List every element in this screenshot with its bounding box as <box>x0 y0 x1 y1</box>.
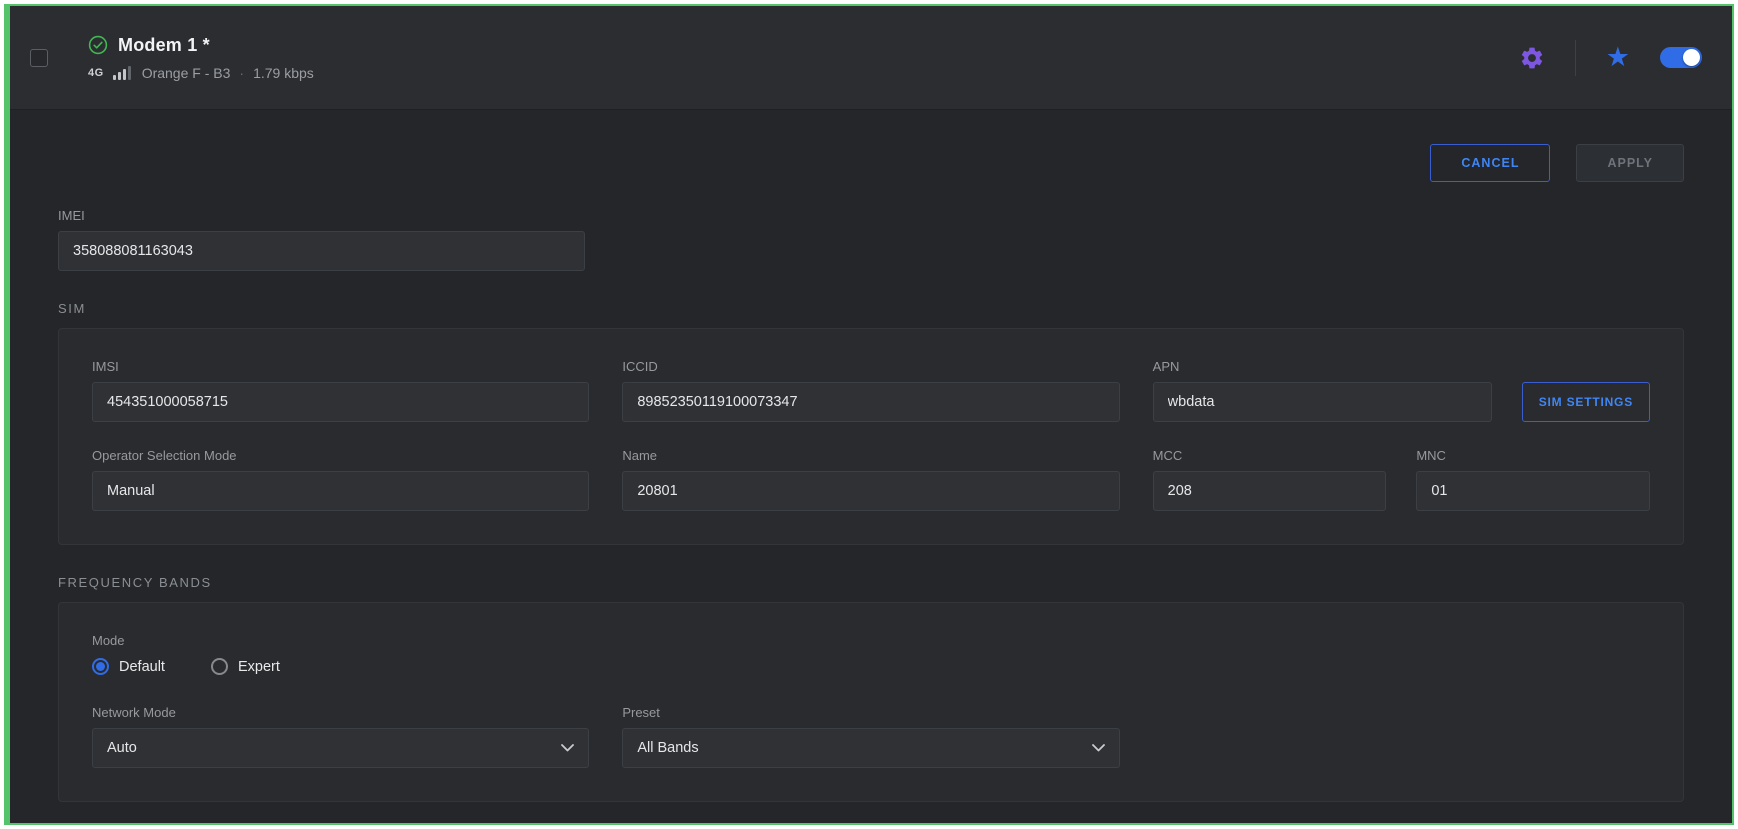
iccid-label: ICCID <box>622 359 1119 374</box>
network-mode-label: Network Mode <box>92 705 589 720</box>
favorite-button[interactable]: ★ <box>1602 40 1634 75</box>
radio-default[interactable]: Default <box>92 658 165 675</box>
apn-field: APN <box>1153 359 1492 422</box>
star-icon: ★ <box>1606 44 1630 71</box>
preset-label: Preset <box>622 705 1119 720</box>
chevron-down-icon <box>561 744 574 752</box>
frequency-bands-panel: Mode Default Expert Network Mode Auto <box>58 602 1684 802</box>
operator-selection-mode-label: Operator Selection Mode <box>92 448 589 463</box>
preset-value: All Bands <box>637 740 698 756</box>
sim-section-title: SIM <box>58 301 1684 316</box>
apn-input[interactable] <box>1153 382 1492 422</box>
radio-default-control <box>92 658 109 675</box>
name-field: Name <box>622 448 1119 511</box>
chevron-down-icon <box>1092 744 1105 752</box>
network-mode-select[interactable]: Auto <box>92 728 589 768</box>
signal-bars-icon <box>113 66 131 80</box>
radio-expert-label: Expert <box>238 659 280 675</box>
operator-selection-mode-input[interactable] <box>92 471 589 511</box>
form-actions: CANCEL APPLY <box>58 144 1684 182</box>
radio-expert-control <box>211 658 228 675</box>
throughput-label: 1.79 kbps <box>253 65 314 81</box>
apn-label: APN <box>1153 359 1492 374</box>
dot-separator: · <box>239 65 244 81</box>
page-title: Modem 1 * <box>118 35 210 56</box>
mnc-field: MNC <box>1416 448 1650 511</box>
radio-default-label: Default <box>119 659 165 675</box>
name-input[interactable] <box>622 471 1119 511</box>
sim-settings-button[interactable]: SIM SETTINGS <box>1522 382 1650 422</box>
name-label: Name <box>622 448 1119 463</box>
radio-expert[interactable]: Expert <box>211 658 280 675</box>
mode-label: Mode <box>92 633 1650 648</box>
select-checkbox[interactable] <box>30 49 48 67</box>
modem-header: Modem 1 * 4G Orange F - B3 · 1.79 kbps ★ <box>10 6 1732 110</box>
sim-panel: IMSI ICCID APN SIM SETTINGS Opera <box>58 328 1684 545</box>
mnc-label: MNC <box>1416 448 1650 463</box>
operator-selection-mode-field: Operator Selection Mode <box>92 448 589 511</box>
mcc-field: MCC <box>1153 448 1387 511</box>
mnc-input[interactable] <box>1416 471 1650 511</box>
modem-enable-toggle[interactable] <box>1660 47 1702 68</box>
settings-gear-button[interactable] <box>1515 41 1549 75</box>
frequency-bands-section-title: FREQUENCY BANDS <box>58 575 1684 590</box>
toggle-knob <box>1683 49 1700 66</box>
mcc-label: MCC <box>1153 448 1387 463</box>
imsi-field: IMSI <box>92 359 589 422</box>
preset-select[interactable]: All Bands <box>622 728 1119 768</box>
title-block: Modem 1 * 4G Orange F - B3 · 1.79 kbps <box>88 35 314 81</box>
imsi-label: IMSI <box>92 359 589 374</box>
cancel-button[interactable]: CANCEL <box>1430 144 1550 182</box>
apply-button[interactable]: APPLY <box>1576 144 1684 182</box>
iccid-input[interactable] <box>622 382 1119 422</box>
imsi-input[interactable] <box>92 382 589 422</box>
imei-field: IMEI <box>58 208 585 271</box>
modem-settings-main: CANCEL APPLY IMEI SIM IMSI ICCID APN <box>10 144 1732 802</box>
gear-icon <box>1519 45 1545 71</box>
imei-label: IMEI <box>58 208 585 223</box>
header-controls: ★ <box>1515 40 1712 76</box>
operator-label: Orange F - B3 <box>142 65 231 81</box>
imei-input[interactable] <box>58 231 585 271</box>
network-mode-value: Auto <box>107 740 137 756</box>
header-divider <box>1575 40 1576 76</box>
mode-radio-group: Default Expert <box>92 658 1650 675</box>
mcc-input[interactable] <box>1153 471 1387 511</box>
modem-card: Modem 1 * 4G Orange F - B3 · 1.79 kbps ★ <box>4 4 1734 825</box>
preset-field: Preset All Bands <box>622 705 1119 768</box>
iccid-field: ICCID <box>622 359 1119 422</box>
network-mode-field: Network Mode Auto <box>92 705 589 768</box>
status-ok-icon <box>88 35 108 55</box>
network-type-label: 4G <box>88 67 104 79</box>
